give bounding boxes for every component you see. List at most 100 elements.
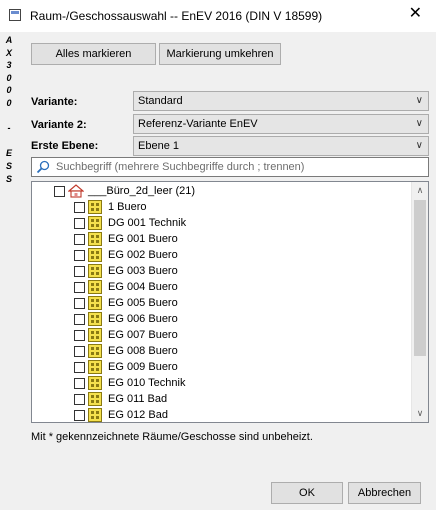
window-icon [9,9,21,21]
vertical-letter: E [5,148,12,159]
tree-item-label: EG 005 Buero [108,297,178,309]
unheated-note: Mit * gekennzeichnete Räume/Geschosse si… [31,431,313,443]
variante-select[interactable]: Standard ∨ [133,91,429,111]
invert-selection-button[interactable]: Markierung umkehren [159,43,281,65]
room-icon [88,296,102,310]
checkbox[interactable] [74,345,85,357]
vertical-letter: 0 [6,97,12,108]
tree-item-label: EG 010 Technik [108,377,186,389]
room-icon [88,248,102,262]
checkbox[interactable] [74,217,85,229]
tree-item[interactable]: EG 010 Technik [74,375,185,391]
vertical-letter: S [5,160,12,171]
erste-ebene-select[interactable]: Ebene 1 ∨ [133,136,429,156]
scrollbar-thumb[interactable] [414,200,426,356]
tree-item[interactable]: EG 003 Buero [74,263,178,279]
tree-root[interactable]: ___Büro_2d_leer (21) [54,183,195,199]
tree-item-label: EG 012 Bad [108,409,168,421]
checkbox[interactable] [54,185,65,197]
tree-item[interactable]: EG 004 Buero [74,279,178,295]
tree-item-label: EG 004 Buero [108,281,178,293]
room-icon [88,392,102,406]
tree-item[interactable]: EG 007 Buero [74,327,178,343]
building-icon [68,184,84,198]
erste-ebene-label: Erste Ebene: [31,140,99,152]
mark-all-button[interactable]: Alles markieren [31,43,156,65]
vertical-label: AX3000-ESS [4,34,14,185]
vertical-letter: A [5,35,13,45]
room-icon [88,200,102,214]
erste-ebene-value: Ebene 1 [138,140,179,152]
variante2-value: Referenz-Variante EnEV [138,118,258,130]
title-bar: Raum-/Geschossauswahl -- EnEV 2016 (DIN … [0,0,436,32]
tree-item-label: EG 007 Buero [108,329,178,341]
room-icon [88,216,102,230]
checkbox[interactable] [74,201,85,213]
window-title: Raum-/Geschossauswahl -- EnEV 2016 (DIN … [30,9,323,23]
variante2-label: Variante 2: [31,119,87,131]
checkbox[interactable] [74,265,85,277]
tree-item-label: DG 001 Technik [108,217,187,229]
room-icon [88,344,102,358]
scroll-down-icon[interactable]: ∨ [412,408,428,419]
vertical-letter [4,110,14,123]
vertical-letter: 0 [6,85,12,96]
tree-item-label: EG 003 Buero [108,265,178,277]
tree-item-label: 1 Buero [108,201,147,213]
search-icon [36,160,50,174]
search-placeholder: Suchbegriff (mehrere Suchbegriffe durch … [56,161,305,173]
cancel-button[interactable]: Abbrechen [348,482,421,504]
variante-value: Standard [138,95,183,107]
room-icon [88,280,102,294]
tree-item-label: EG 011 Bad [108,393,168,405]
vertical-scrollbar[interactable]: ∧ ∨ [411,182,428,422]
room-icon [88,328,102,342]
tree-item[interactable]: EG 005 Buero [74,295,178,311]
room-icon [88,232,102,246]
room-icon [88,408,102,422]
tree-item[interactable]: EG 001 Buero [74,231,178,247]
tree-item[interactable]: EG 011 Bad [74,391,167,407]
checkbox[interactable] [74,249,85,261]
tree-item[interactable]: DG 001 Technik [74,215,186,231]
tree-item[interactable]: EG 006 Buero [74,311,178,327]
tree-item-label: EG 001 Buero [108,233,178,245]
tree-item[interactable]: EG 008 Buero [74,343,178,359]
search-input[interactable]: Suchbegriff (mehrere Suchbegriffe durch … [31,157,429,177]
checkbox[interactable] [74,281,85,293]
tree-item-label: EG 008 Buero [108,345,178,357]
checkbox[interactable] [74,233,85,245]
close-icon[interactable]: ✕ [409,5,422,23]
checkbox[interactable] [74,393,85,405]
ok-button[interactable]: OK [271,482,343,504]
room-tree[interactable]: ___Büro_2d_leer (21) ∧ ∨ 1 Buero DG 001 T… [31,181,429,423]
room-icon [88,264,102,278]
checkbox[interactable] [74,329,85,341]
tree-item-label: EG 002 Buero [108,249,178,261]
tree-item-label: EG 009 Buero [108,361,178,373]
room-icon [88,376,102,390]
tree-item[interactable]: EG 012 Bad [74,407,168,422]
room-icon [88,360,102,374]
room-icon [88,312,102,326]
scroll-up-icon[interactable]: ∧ [412,185,428,196]
checkbox[interactable] [74,377,85,389]
checkbox[interactable] [74,409,85,421]
variante-label: Variante: [31,96,78,108]
checkbox[interactable] [74,297,85,309]
tree-item[interactable]: EG 009 Buero [74,359,178,375]
chevron-down-icon: ∨ [415,95,423,106]
tree-root-label: ___Büro_2d_leer (21) [88,185,196,197]
tree-item[interactable]: 1 Buero [74,199,147,215]
tree-item[interactable]: EG 002 Buero [74,247,178,263]
vertical-letter: S [5,173,12,184]
vertical-letter: 3 [6,60,12,71]
variante2-select[interactable]: Referenz-Variante EnEV ∨ [133,114,429,134]
vertical-letter [4,135,14,148]
vertical-letter: X [5,47,12,58]
chevron-down-icon: ∨ [415,118,423,129]
vertical-letter: - [7,123,11,134]
checkbox[interactable] [74,313,85,325]
checkbox[interactable] [74,361,85,373]
chevron-down-icon: ∨ [415,140,423,151]
